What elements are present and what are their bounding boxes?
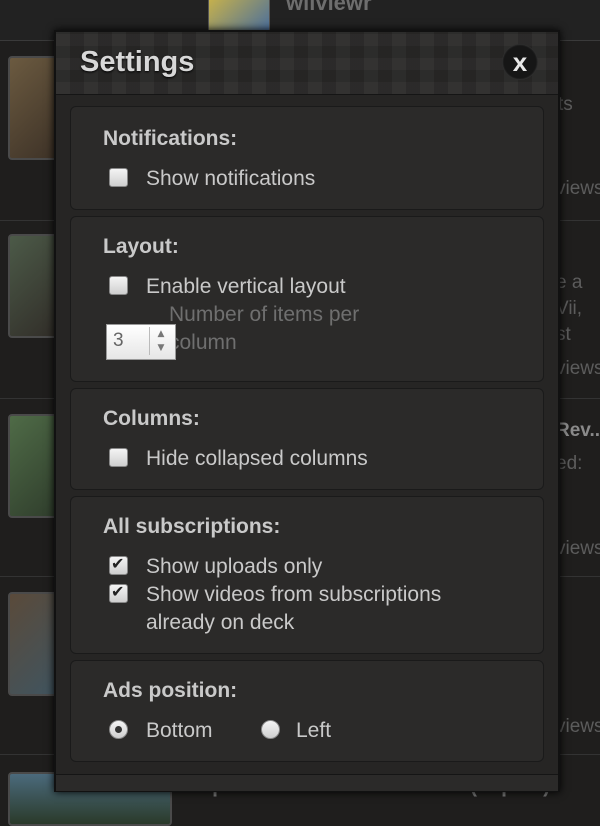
ads-left-option[interactable]: Left: [261, 717, 331, 745]
uploads-only-checkbox[interactable]: [109, 554, 128, 575]
dialog-title: Settings: [80, 46, 195, 78]
section-title: Notifications:: [103, 127, 238, 150]
label-line: column: [169, 331, 237, 354]
vertical-layout-checkbox[interactable]: [109, 276, 128, 295]
close-icon: x: [512, 46, 528, 77]
items-per-column-stepper[interactable]: 3 ▲ ▼: [106, 324, 176, 360]
stepper-value: 3: [113, 330, 124, 351]
option-label: Bottom: [146, 719, 213, 742]
settings-dialog: Settings x Notifications: Show notificat…: [54, 30, 560, 792]
section-title: Layout:: [103, 235, 179, 258]
option-label: Show notifications: [146, 167, 316, 190]
option-label: Show uploads only: [146, 555, 323, 578]
option-label: Hide collapsed columns: [146, 447, 368, 470]
feed-text: ts: [558, 94, 573, 115]
section-title: Ads position:: [103, 679, 238, 702]
video-title[interactable]: Rev...: [556, 420, 600, 442]
label-line: already on deck: [146, 611, 295, 634]
show-notifications-checkbox[interactable]: [109, 168, 128, 187]
items-per-column-label: Number of items per column: [169, 301, 359, 357]
section-title: Columns:: [103, 407, 200, 430]
view-count: views: [556, 358, 600, 379]
option-label: Enable vertical layout: [146, 275, 346, 298]
show-notifications-option[interactable]: Show notifications: [109, 165, 315, 193]
dialog-header: Settings x: [56, 32, 558, 95]
option-label: Left: [296, 719, 332, 742]
label-line: Number of items per: [169, 303, 360, 326]
dialog-footer: [56, 774, 558, 791]
channel-logo[interactable]: [208, 0, 270, 32]
stepper-buttons: ▲ ▼: [149, 327, 172, 355]
hide-collapsed-option[interactable]: Hide collapsed columns: [109, 445, 368, 473]
videos-on-deck-option[interactable]: Show videos from subscriptions already o…: [109, 581, 441, 637]
section-title: All subscriptions:: [103, 515, 281, 538]
vertical-layout-option[interactable]: Enable vertical layout: [109, 273, 346, 301]
option-label: Show videos from subscriptions already o…: [146, 581, 441, 637]
hide-collapsed-checkbox[interactable]: [109, 448, 128, 467]
columns-section: Columns: Hide collapsed columns: [70, 388, 544, 490]
ads-left-radio[interactable]: [261, 720, 280, 739]
ads-bottom-radio[interactable]: [109, 720, 128, 739]
ads-position-section: Ads position: Bottom Left: [70, 660, 544, 762]
decrement-icon[interactable]: ▼: [150, 341, 172, 355]
notifications-section: Notifications: Show notifications: [70, 106, 544, 210]
videos-on-deck-checkbox[interactable]: [109, 582, 128, 603]
close-button[interactable]: x: [502, 44, 538, 80]
channel-name[interactable]: wiiviewr: [286, 0, 372, 16]
view-count: views: [556, 716, 600, 737]
subscriptions-section: All subscriptions: Show uploads only Sho…: [70, 496, 544, 654]
view-count: views: [556, 178, 600, 199]
label-line: Show videos from subscriptions: [146, 583, 442, 606]
uploads-only-option[interactable]: Show uploads only: [109, 553, 322, 581]
increment-icon[interactable]: ▲: [150, 327, 172, 341]
ads-bottom-option[interactable]: Bottom: [109, 717, 213, 745]
view-count: views: [556, 538, 600, 559]
